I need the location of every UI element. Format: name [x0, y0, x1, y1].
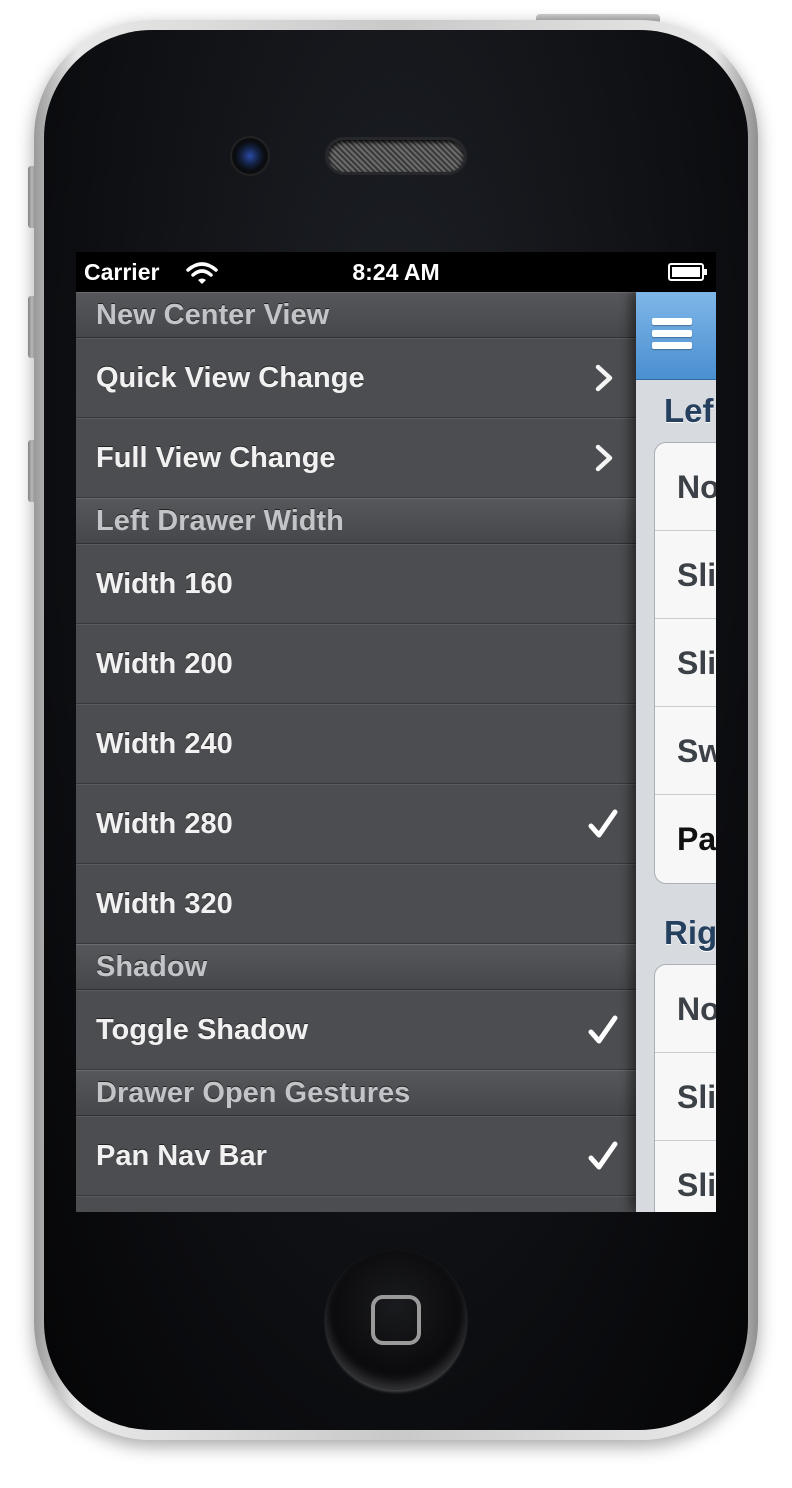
right-options-group: No Sli Sli	[654, 964, 716, 1212]
center-view[interactable]: Lef No Sli Sli Sw Pa Rig No Sli Sli	[636, 292, 716, 1212]
earpiece-speaker-icon	[328, 140, 464, 172]
table-cell[interactable]: Sli	[655, 531, 716, 619]
row-width-160[interactable]: Width 160	[76, 544, 636, 624]
row-label: Full View Change	[96, 442, 336, 474]
row-label: Width 280	[96, 808, 233, 840]
menu-bar-line	[652, 342, 692, 349]
row-width-320[interactable]: Width 320	[76, 864, 636, 944]
row-width-240[interactable]: Width 240	[76, 704, 636, 784]
menu-icon[interactable]	[648, 312, 696, 356]
status-bar: Carrier 8:24 AM	[76, 252, 716, 292]
table-cell[interactable]: No	[655, 965, 716, 1053]
section-header-shadow: Shadow	[76, 944, 636, 990]
group-title-right: Rig	[664, 914, 716, 951]
status-time: 8:24 AM	[352, 259, 440, 285]
table-cell[interactable]: Sli	[655, 1141, 716, 1212]
home-square-icon	[371, 1295, 421, 1345]
device-screen: Carrier 8:24 AM New Center View Quick Vi…	[76, 252, 716, 1212]
section-header-left-drawer-width: Left Drawer Width	[76, 498, 636, 544]
section-header-drawer-open-gestures: Drawer Open Gestures	[76, 1070, 636, 1116]
center-nav-bar	[636, 292, 716, 380]
row-label: Toggle Shadow	[96, 1014, 309, 1046]
row-quick-view-change[interactable]: Quick View Change	[76, 338, 636, 418]
menu-bar-line	[652, 318, 692, 325]
table-cell[interactable]: Sli	[655, 1053, 716, 1141]
front-camera-icon	[232, 138, 268, 174]
menu-bar-line	[652, 330, 692, 337]
checkmark-icon	[588, 1015, 618, 1044]
table-cell[interactable]: Sw	[655, 707, 716, 795]
checkmark-icon	[588, 809, 618, 838]
row-label: Width 160	[96, 568, 233, 600]
row-label: Width 240	[96, 728, 233, 760]
chevron-right-icon	[595, 444, 613, 472]
chevron-right-icon	[595, 364, 613, 392]
left-options-group: No Sli Sli Sw Pa	[654, 442, 716, 884]
row-label: Pan Nav Bar	[96, 1140, 267, 1172]
row-label: Width 200	[96, 648, 233, 680]
row-label: Width 320	[96, 888, 233, 920]
row-width-280[interactable]: Width 280	[76, 784, 636, 864]
row-full-view-change[interactable]: Full View Change	[76, 418, 636, 498]
row-toggle-shadow[interactable]: Toggle Shadow	[76, 990, 636, 1070]
table-cell[interactable]: Sli	[655, 619, 716, 707]
group-title-left: Lef	[664, 392, 714, 429]
table-cell[interactable]: Pa	[655, 795, 716, 883]
section-header-new-center-view: New Center View	[76, 292, 636, 338]
row-label: Quick View Change	[96, 362, 365, 394]
checkmark-icon	[588, 1141, 618, 1170]
row-width-200[interactable]: Width 200	[76, 624, 636, 704]
battery-icon	[668, 263, 707, 281]
row-partial[interactable]	[76, 1196, 636, 1212]
home-button[interactable]	[326, 1250, 466, 1390]
table-cell[interactable]: No	[655, 443, 716, 531]
row-pan-nav-bar[interactable]: Pan Nav Bar	[76, 1116, 636, 1196]
left-drawer-menu: New Center View Quick View Change Full V…	[76, 292, 636, 1212]
